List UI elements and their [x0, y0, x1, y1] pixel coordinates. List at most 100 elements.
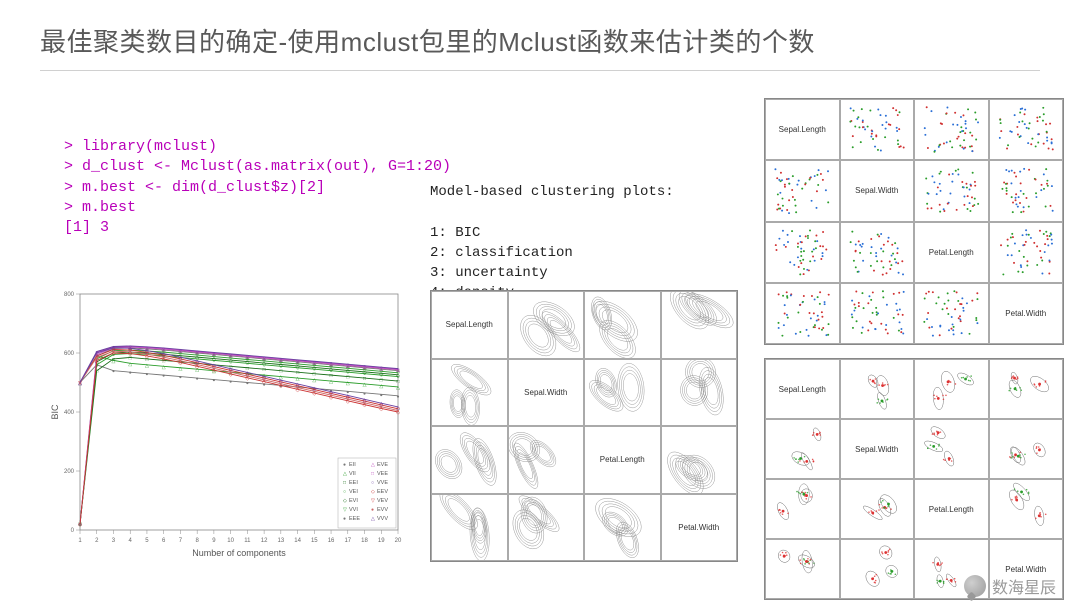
density-cell-1-3 — [661, 359, 738, 427]
wechat-icon — [964, 575, 986, 597]
class-cell-0-0: Sepal.Length — [765, 99, 840, 160]
class-cell-1-3 — [989, 160, 1064, 221]
svg-text:△: △ — [379, 401, 383, 407]
svg-text:△: △ — [145, 363, 149, 369]
unc-cell-1-2 — [914, 419, 989, 479]
svg-text:○: ○ — [179, 347, 182, 353]
svg-text:□: □ — [371, 471, 374, 477]
svg-text:11: 11 — [244, 538, 251, 544]
svg-text:△: △ — [195, 359, 199, 365]
svg-text:7: 7 — [179, 538, 183, 544]
mclust-menu: Model-based clustering plots: 1: BIC 2: … — [430, 182, 674, 304]
class-cell-1-2 — [914, 160, 989, 221]
density-cell-2-0 — [431, 426, 508, 494]
density-cell-0-3 — [661, 291, 738, 359]
svg-text:EVV: EVV — [377, 507, 388, 513]
density-cell-1-0 — [431, 359, 508, 427]
density-cell-0-2 — [584, 291, 661, 359]
svg-text:△: △ — [296, 382, 300, 388]
unc-cell-0-1 — [840, 359, 915, 419]
svg-text:◇: ◇ — [343, 498, 347, 504]
unc-cell-1-0 — [765, 419, 840, 479]
unc-cell-1-3 — [989, 419, 1064, 479]
svg-text:●: ● — [380, 392, 383, 398]
unc-cell-3-1 — [840, 539, 915, 599]
unc-cell-2-1 — [840, 479, 915, 539]
svg-text:8: 8 — [195, 538, 199, 544]
svg-text:○: ○ — [363, 364, 366, 370]
svg-text:●: ● — [162, 373, 165, 379]
svg-text:●: ● — [343, 516, 346, 522]
svg-text:▽: ▽ — [371, 498, 375, 504]
class-cell-2-1 — [840, 222, 915, 283]
svg-text:○: ○ — [330, 361, 333, 367]
class-cell-3-0 — [765, 283, 840, 344]
density-cell-3-3: Petal.Width — [661, 494, 738, 562]
svg-text:10: 10 — [227, 538, 234, 544]
density-cell-1-1: Sepal.Width — [508, 359, 585, 427]
svg-text:△: △ — [162, 364, 166, 370]
svg-text:△: △ — [212, 363, 216, 369]
svg-text:4: 4 — [129, 538, 133, 544]
svg-text:12: 12 — [261, 538, 268, 544]
svg-text:□: □ — [343, 480, 346, 486]
svg-text:●: ● — [396, 394, 399, 400]
svg-text:○: ○ — [229, 352, 232, 358]
classification-pairs-matrix: Sepal.LengthSepal.WidthPetal.LengthPetal… — [764, 98, 1064, 345]
svg-text:9: 9 — [212, 538, 216, 544]
svg-text:△: △ — [78, 381, 82, 387]
unc-cell-0-0: Sepal.Length — [765, 359, 840, 419]
r-code-block: > library(mclust) > d_clust <- Mclust(as… — [64, 137, 451, 238]
svg-text:△: △ — [363, 397, 367, 403]
svg-text:△: △ — [396, 405, 400, 411]
watermark-text: 数海星辰 — [992, 574, 1056, 598]
svg-text:△: △ — [371, 516, 375, 522]
unc-cell-0-2 — [914, 359, 989, 419]
svg-text:EVE: EVE — [377, 462, 388, 468]
svg-text:△: △ — [346, 393, 350, 399]
svg-text:2: 2 — [95, 538, 99, 544]
svg-text:●: ● — [145, 372, 148, 378]
svg-text:△: △ — [262, 374, 266, 380]
svg-text:△: △ — [379, 383, 383, 389]
svg-text:5: 5 — [145, 538, 149, 544]
svg-text:Number of components: Number of components — [192, 548, 286, 558]
density-pairs-matrix: Sepal.LengthSepal.WidthPetal.LengthPetal… — [430, 290, 738, 562]
svg-text:●: ● — [229, 379, 232, 385]
svg-text:△: △ — [128, 361, 132, 367]
svg-text:○: ○ — [346, 362, 349, 368]
svg-text:△: △ — [145, 349, 149, 355]
unc-cell-3-0 — [765, 539, 840, 599]
uncertainty-pairs-matrix: Sepal.LengthSepal.WidthPetal.LengthPetal… — [764, 358, 1064, 600]
svg-text:VEV: VEV — [377, 498, 388, 504]
svg-text:◇: ◇ — [78, 522, 82, 528]
class-cell-1-1: Sepal.Width — [840, 160, 915, 221]
svg-text:●: ● — [343, 462, 346, 468]
svg-text:○: ○ — [279, 356, 282, 362]
svg-text:○: ○ — [296, 358, 299, 364]
class-cell-0-2 — [914, 99, 989, 160]
unc-cell-2-2: Petal.Length — [914, 479, 989, 539]
svg-text:17: 17 — [344, 538, 351, 544]
svg-text:400: 400 — [64, 410, 75, 416]
svg-text:△: △ — [396, 385, 400, 391]
svg-text:△: △ — [329, 390, 333, 396]
svg-text:△: △ — [178, 355, 182, 361]
svg-text:VEE: VEE — [377, 471, 388, 477]
svg-text:○: ○ — [212, 350, 215, 356]
title-divider — [40, 70, 1040, 71]
class-cell-1-0 — [765, 160, 840, 221]
density-cell-3-0 — [431, 494, 508, 562]
svg-text:○: ○ — [263, 355, 266, 361]
svg-text:△: △ — [343, 471, 347, 477]
svg-text:VVV: VVV — [377, 516, 388, 522]
svg-text:△: △ — [162, 352, 166, 358]
svg-text:EEE: EEE — [349, 516, 360, 522]
svg-text:◇: ◇ — [371, 489, 375, 495]
class-cell-0-1 — [840, 99, 915, 160]
svg-text:15: 15 — [311, 538, 318, 544]
svg-text:○: ○ — [313, 359, 316, 365]
unc-cell-0-3 — [989, 359, 1064, 419]
svg-text:EEI: EEI — [349, 480, 358, 486]
svg-text:3: 3 — [112, 538, 116, 544]
